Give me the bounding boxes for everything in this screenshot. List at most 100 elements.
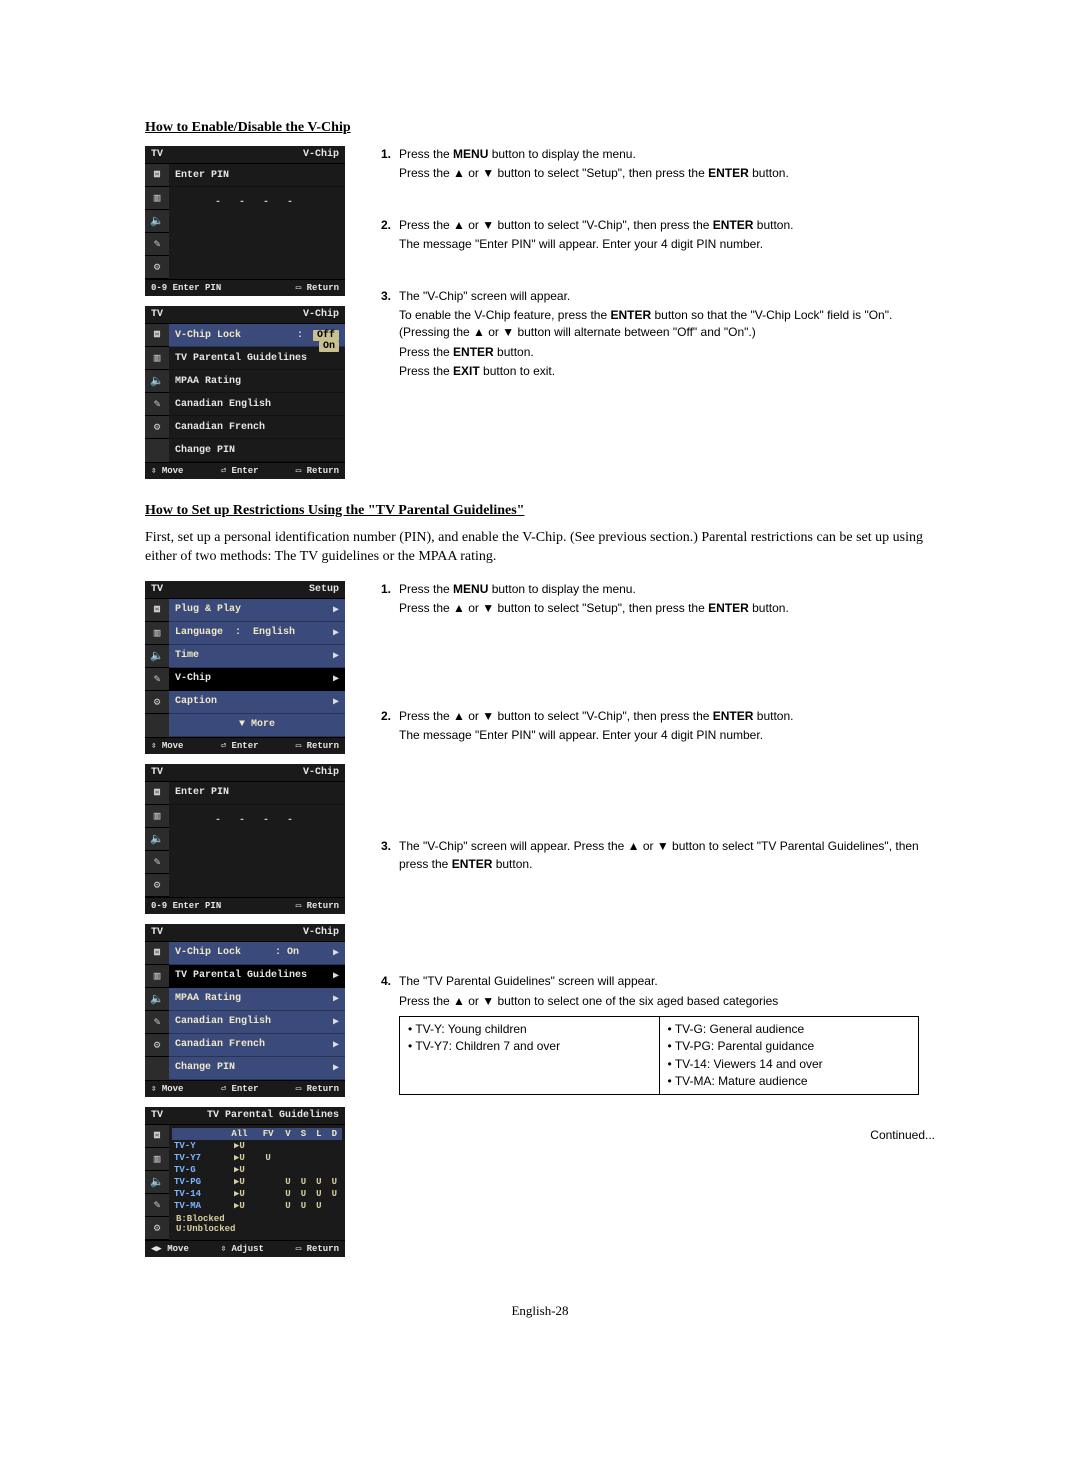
step-number: 1. bbox=[381, 146, 399, 185]
enter-pin-label: Enter PIN bbox=[175, 170, 229, 181]
col-v: V bbox=[280, 1128, 295, 1140]
gear-icon: ⚙ bbox=[145, 1034, 169, 1057]
cell: U bbox=[239, 1189, 244, 1199]
osd-enter-pin-2: TV V-Chip ⧈ ▥ 🔈 ✎ ⚙ Enter PIN - - - - bbox=[145, 764, 345, 914]
change-pin-label: Change PIN bbox=[175, 445, 235, 456]
step-number: 2. bbox=[381, 708, 399, 747]
osd-tvpg-grid: TV TV Parental Guidelines ⧈ ▥ 🔈 ✎ ⚙ bbox=[145, 1107, 345, 1257]
tools-icon: ✎ bbox=[145, 668, 169, 691]
t: The "V-Chip" screen will appear. bbox=[399, 288, 935, 305]
cell: U bbox=[311, 1188, 326, 1200]
footer-return: Return bbox=[307, 1084, 339, 1094]
legend-tvg: • TV-G: General audience bbox=[668, 1021, 911, 1038]
osd-title-tv: TV bbox=[151, 309, 163, 320]
chevron-right-icon: ▶ bbox=[333, 627, 339, 639]
t: Press the bbox=[399, 147, 453, 161]
language-value: English bbox=[253, 627, 295, 638]
t: ENTER bbox=[708, 601, 749, 615]
osd-title-tv: TV bbox=[151, 1110, 163, 1121]
osd-column: TV V-Chip ⧈ ▥ 🔈 ✎ ⚙ Enter PIN - - - - bbox=[145, 146, 355, 489]
can-fr-label: Canadian French bbox=[175, 1039, 265, 1050]
osd-title-vchip: V-Chip bbox=[303, 767, 339, 778]
section-heading-tvpg: How to Set up Restrictions Using the "TV… bbox=[145, 503, 935, 519]
t: button. bbox=[753, 218, 793, 232]
row-tvy7: TV-Y7 bbox=[172, 1152, 223, 1164]
step-number: 1. bbox=[381, 581, 399, 620]
sound-icon: 🔈 bbox=[145, 210, 169, 233]
picture-icon: ⧈ bbox=[145, 942, 169, 965]
enter-pin-label: Enter PIN bbox=[175, 787, 229, 798]
chevron-right-icon: ▶ bbox=[333, 1039, 339, 1051]
mpaa-label: MPAA Rating bbox=[175, 376, 241, 387]
osd-title-vchip: V-Chip bbox=[303, 927, 339, 938]
t: button to display the menu. bbox=[488, 582, 635, 596]
cell: U bbox=[239, 1141, 244, 1151]
vchip-lock-off: Off bbox=[313, 330, 339, 341]
t: The message "Enter PIN" will appear. Ent… bbox=[399, 727, 793, 744]
col-d: D bbox=[327, 1128, 342, 1140]
channel-icon: ▥ bbox=[145, 965, 169, 988]
cell: U bbox=[239, 1177, 244, 1187]
t: button to exit. bbox=[480, 364, 555, 378]
change-pin-label: Change PIN bbox=[175, 1062, 235, 1073]
row-tv14: TV-14 bbox=[172, 1188, 223, 1200]
osd-title-vchip: V-Chip bbox=[303, 149, 339, 160]
row-tvg: TV-G bbox=[172, 1164, 223, 1176]
chevron-right-icon: ▶ bbox=[333, 970, 339, 982]
osd-title-tv: TV bbox=[151, 927, 163, 938]
legend-tvy: • TV-Y: Young children bbox=[408, 1021, 651, 1038]
step-a3: 3. The "V-Chip" screen will appear. To e… bbox=[381, 288, 935, 383]
tools-icon: ✎ bbox=[145, 393, 169, 416]
vchip-lock-label: V-Chip Lock bbox=[175, 330, 241, 341]
continued-label: Continued... bbox=[381, 1127, 935, 1144]
tvpg-label: TV Parental Guidelines bbox=[175, 353, 307, 364]
vchip-lock-on: On bbox=[287, 947, 299, 958]
t: MENU bbox=[453, 582, 488, 596]
row-section1: TV V-Chip ⧈ ▥ 🔈 ✎ ⚙ Enter PIN - - - - bbox=[145, 146, 935, 489]
can-fr-label: Canadian French bbox=[175, 422, 265, 433]
t: Press the ▲ or ▼ button to select "Setup… bbox=[399, 601, 708, 615]
osd-title-tv: TV bbox=[151, 584, 163, 595]
step-number: 2. bbox=[381, 217, 399, 256]
t: MENU bbox=[453, 147, 488, 161]
more-label: More bbox=[251, 719, 275, 730]
gear-icon: ⚙ bbox=[145, 691, 169, 714]
osd-vchip-menu-off: TV V-Chip ⧈ ▥ 🔈 ✎ ⚙ V-Chip Lock : Off bbox=[145, 306, 345, 479]
t: Press the ▲ or ▼ button to select "Setup… bbox=[399, 166, 708, 180]
gear-icon: ⚙ bbox=[145, 1217, 169, 1240]
sound-icon: 🔈 bbox=[145, 988, 169, 1011]
prefix-09: 0-9 bbox=[151, 901, 167, 911]
legend-unblocked: U:Unblocked bbox=[176, 1224, 338, 1234]
step-a2: 2. Press the ▲ or ▼ button to select "V-… bbox=[381, 217, 935, 256]
col-fv: FV bbox=[256, 1128, 280, 1140]
cell: U bbox=[239, 1153, 244, 1163]
tools-icon: ✎ bbox=[145, 233, 169, 256]
cell: U bbox=[280, 1200, 295, 1212]
t: ENTER bbox=[610, 308, 651, 322]
t: EXIT bbox=[453, 364, 480, 378]
footer-enter: Enter bbox=[232, 466, 259, 476]
channel-icon: ▥ bbox=[145, 1148, 169, 1171]
cell: U bbox=[296, 1176, 311, 1188]
chevron-right-icon: ▶ bbox=[333, 673, 339, 685]
legend-blocked: B:Blocked bbox=[176, 1214, 338, 1224]
tools-icon: ✎ bbox=[145, 1194, 169, 1217]
channel-icon: ▥ bbox=[145, 187, 169, 210]
t: ENTER bbox=[452, 857, 493, 871]
row-tvy: TV-Y bbox=[172, 1140, 223, 1152]
cell: U bbox=[239, 1201, 244, 1211]
step-b1: 1. Press the MENU button to display the … bbox=[381, 581, 935, 620]
intro-paragraph: First, set up a personal identification … bbox=[145, 529, 935, 567]
footer-return: Return bbox=[307, 741, 339, 751]
t: Press the bbox=[399, 582, 453, 596]
osd-title-vchip: V-Chip bbox=[303, 309, 339, 320]
footer-move: Move bbox=[167, 1244, 189, 1254]
t: Press the ▲ or ▼ button to select "V-Chi… bbox=[399, 218, 713, 232]
osd-title-tv: TV bbox=[151, 149, 163, 160]
osd-title-tvpg: TV Parental Guidelines bbox=[207, 1110, 339, 1121]
col-s: S bbox=[296, 1128, 311, 1140]
t: button. bbox=[749, 601, 789, 615]
plug-play-label: Plug & Play bbox=[175, 604, 241, 615]
pin-dashes: - - - - bbox=[169, 805, 345, 850]
step-a1: 1. Press the MENU button to display the … bbox=[381, 146, 935, 185]
